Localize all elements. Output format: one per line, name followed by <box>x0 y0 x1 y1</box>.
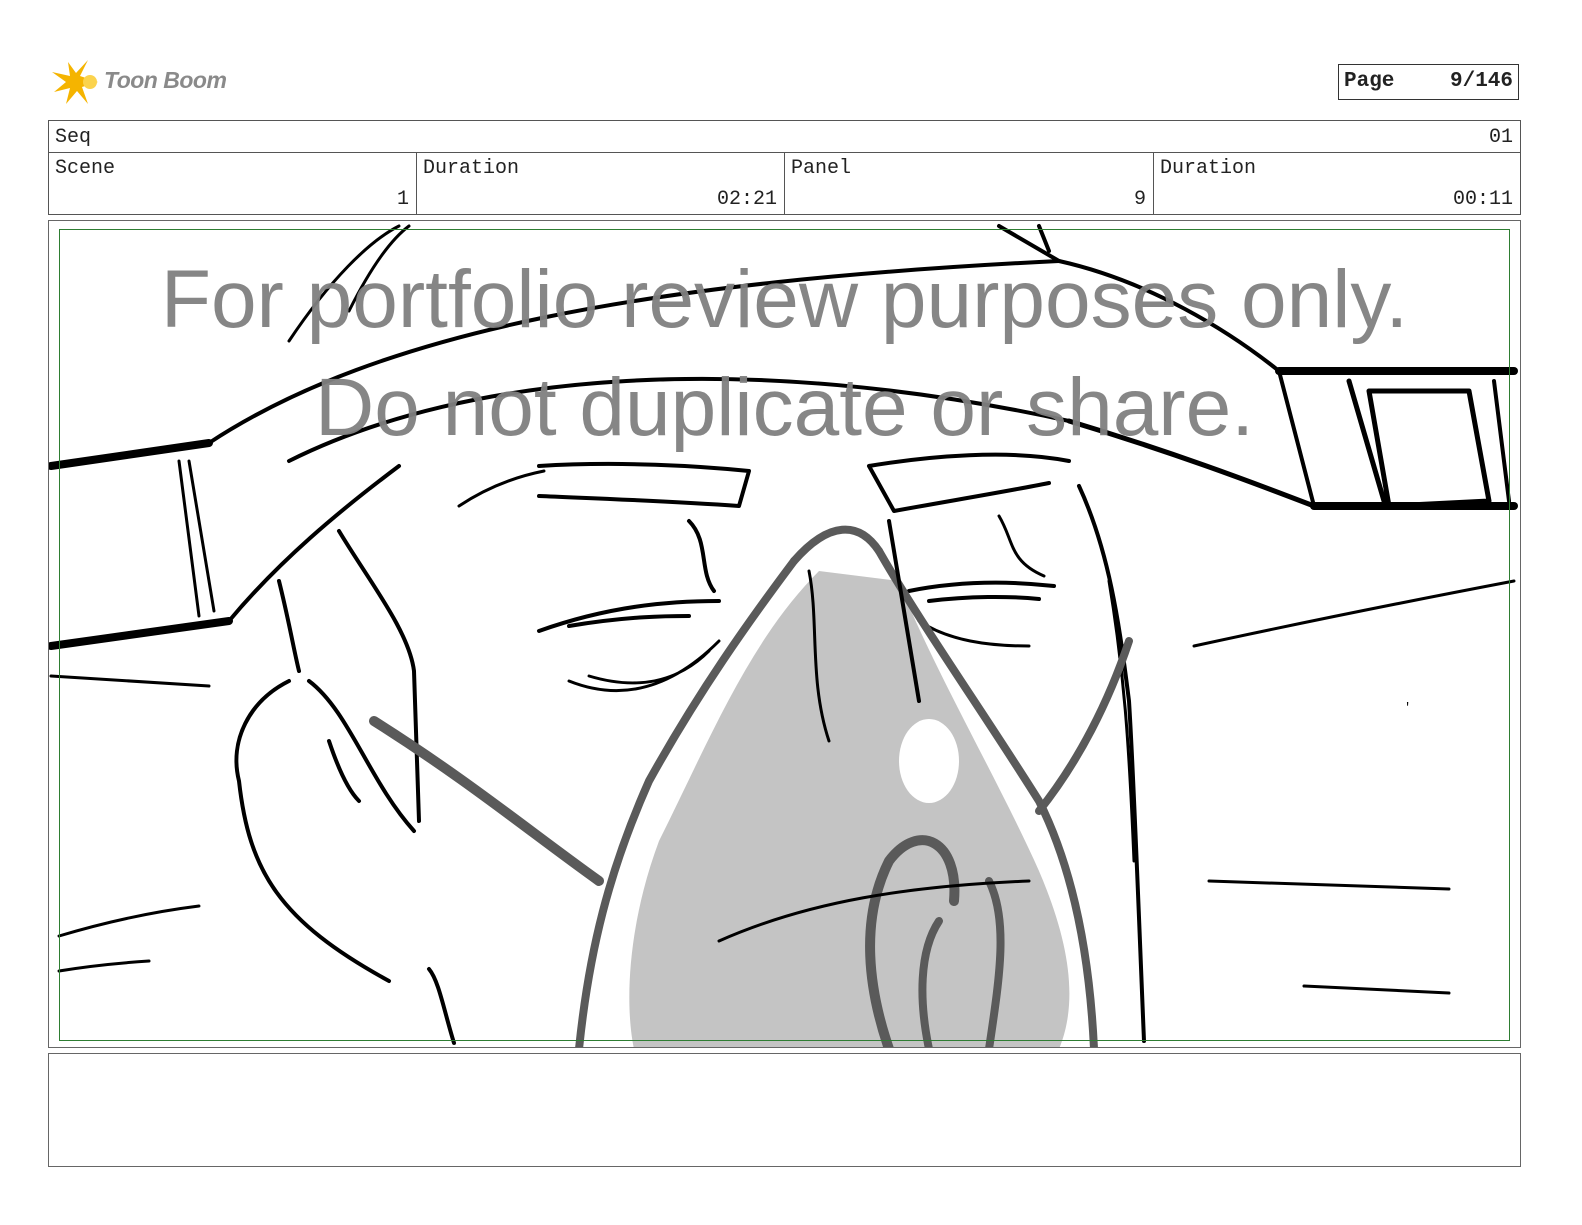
scene-duration-value: 02:21 <box>716 188 777 211</box>
seq-value: 01 <box>1488 126 1513 149</box>
page-label: Page <box>1344 70 1395 93</box>
panel-duration-cell: Duration 00:11 <box>1153 152 1520 214</box>
scene-cell: Scene 1 <box>49 152 416 214</box>
panel-duration-value: 00:11 <box>1452 188 1513 211</box>
sequence-row: Seq 01 <box>49 121 1520 153</box>
page-counter: Page 9/146 <box>1338 64 1519 100</box>
panel-label: Panel <box>791 157 852 180</box>
scene-label: Scene <box>55 157 116 180</box>
panel-cell: Panel 9 <box>784 152 1153 214</box>
page-value: 9/146 <box>1449 70 1513 93</box>
scene-value: 1 <box>396 188 409 211</box>
storyboard-panel: ' For portfolio review purposes only. Do… <box>48 220 1521 1048</box>
panel-sketch: ' <box>49 224 1518 1047</box>
starburst-icon <box>52 60 98 104</box>
panel-notes-box[interactable] <box>48 1053 1521 1167</box>
scene-duration-cell: Duration 02:21 <box>416 152 784 214</box>
brand-name: Toon Boom <box>104 67 227 93</box>
svg-text:': ' <box>1404 701 1411 715</box>
scene-duration-label: Duration <box>423 157 520 180</box>
panel-info-header: Seq 01 Scene 1 Duration 02:21 Panel 9 Du… <box>48 120 1521 215</box>
panel-duration-label: Duration <box>1160 157 1257 180</box>
seq-label: Seq <box>55 126 92 149</box>
panel-value: 9 <box>1133 188 1146 211</box>
